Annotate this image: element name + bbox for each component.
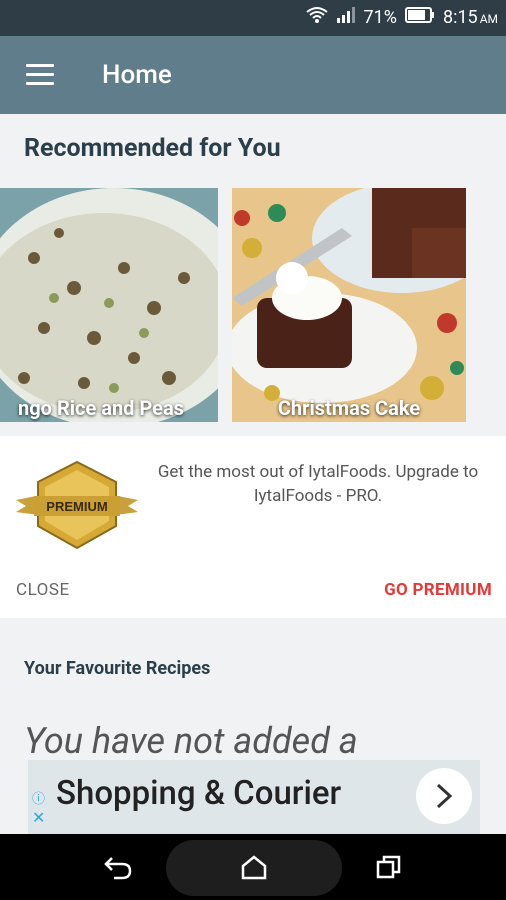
recents-icon[interactable] (376, 854, 402, 880)
app-bar: Home (0, 36, 506, 114)
favourites-title: Your Favourite Recipes (24, 658, 211, 679)
system-nav-bar (0, 834, 506, 900)
rice-image (0, 188, 218, 422)
signal-icon (336, 6, 356, 29)
favourites-empty-text: You have not added a (24, 720, 358, 762)
status-bar: 71% 8:15 AM (0, 0, 506, 36)
cake-image (232, 188, 466, 422)
recipe-card-label: ngo Rice and Peas (18, 396, 184, 420)
home-icon[interactable] (240, 854, 268, 880)
back-icon[interactable] (104, 854, 134, 880)
ad-arrow-button[interactable] (416, 768, 472, 824)
status-bar-right: 71% 8:15 AM (305, 6, 498, 29)
premium-badge-icon: PREMIUM (16, 460, 138, 550)
ad-close-icon[interactable]: ✕ (32, 808, 45, 827)
ad-info-icon[interactable]: ⓘ (32, 788, 45, 807)
main-content[interactable]: Recommended for You ngo Rice and Peas Ch… (0, 114, 506, 834)
premium-promo: PREMIUM Get the most out of IytalFoods. … (0, 436, 506, 618)
battery-percent: 71% (363, 7, 397, 28)
promo-message: Get the most out of IytalFoods. Upgrade … (157, 462, 479, 506)
go-premium-button[interactable]: GO PREMIUM (384, 580, 492, 600)
battery-icon (404, 7, 435, 28)
ad-banner[interactable]: ⓘ ✕ Shopping & Courier (28, 760, 480, 834)
ad-text: Shopping & Courier (56, 774, 342, 813)
recipe-card-label: Christmas Cake (277, 396, 421, 420)
menu-icon[interactable] (26, 64, 54, 86)
wifi-icon (305, 6, 328, 29)
badge-text: PREMIUM (46, 499, 107, 514)
chevron-right-icon (436, 783, 453, 809)
close-button[interactable]: CLOSE (16, 580, 70, 600)
recipe-card-cake[interactable]: Christmas Cake (232, 188, 466, 422)
recipe-card-rice[interactable]: ngo Rice and Peas (0, 188, 218, 422)
recommended-title: Recommended for You (24, 134, 281, 163)
page-title: Home (102, 60, 172, 90)
clock: 8:15 AM (442, 7, 498, 28)
